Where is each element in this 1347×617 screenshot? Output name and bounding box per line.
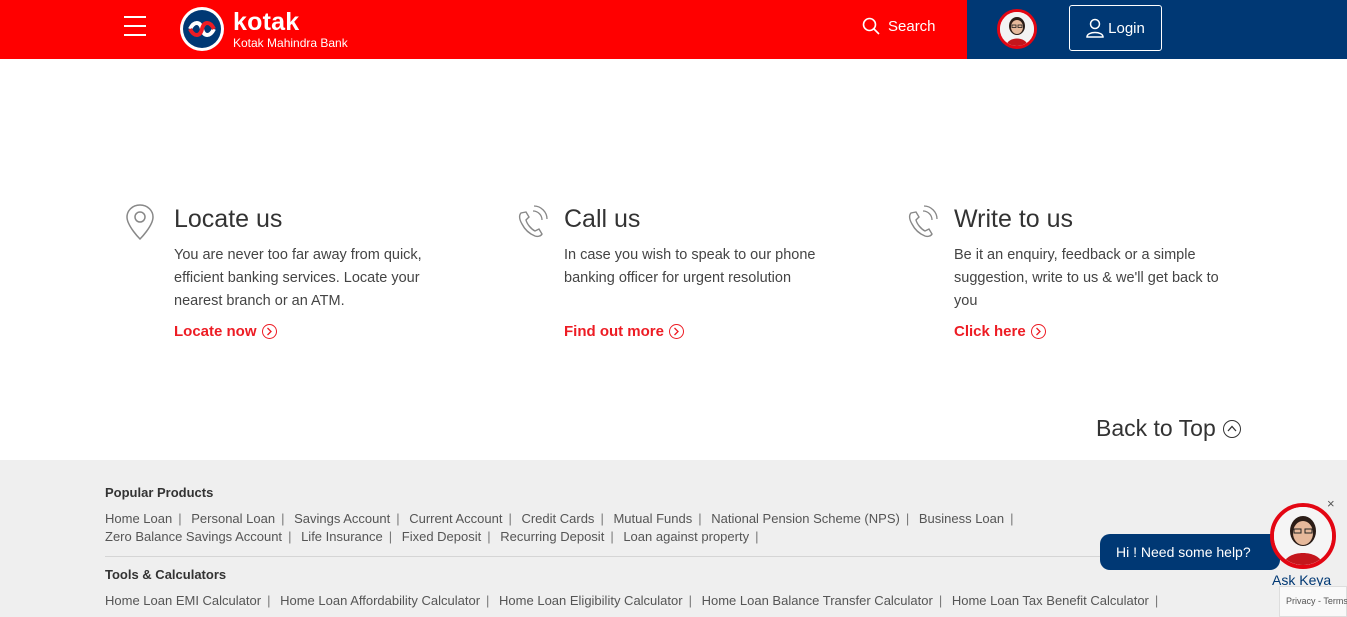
footer-link-separator: | <box>267 593 271 608</box>
find-out-more-link[interactable]: Find out more <box>564 323 684 340</box>
footer-link-separator: | <box>905 511 910 526</box>
card-link-label: Locate now <box>174 323 257 340</box>
chevron-right-icon <box>1030 324 1046 339</box>
popular-products-title: Popular Products <box>105 485 214 500</box>
search-button[interactable]: Search <box>862 17 936 35</box>
locate-now-link[interactable]: Locate now <box>174 323 277 340</box>
card-description: In case you wish to speak to our phone b… <box>564 247 816 286</box>
footer-link-separator: | <box>600 511 604 526</box>
keya-avatar-header[interactable] <box>997 9 1037 49</box>
search-label: Search <box>888 17 936 35</box>
recaptcha-badge[interactable]: Privacy - Terms <box>1279 586 1347 617</box>
footer-link-separator: | <box>1154 593 1159 608</box>
chat-help-text: Hi ! Need some help? <box>1116 544 1251 560</box>
chevron-up-icon <box>1222 419 1241 438</box>
card-title: Call us <box>564 205 641 233</box>
chat-help-bubble[interactable]: Hi ! Need some help? <box>1100 534 1280 570</box>
footer-link-separator: | <box>688 593 692 608</box>
footer-link[interactable]: National Pension Scheme (NPS) <box>711 511 900 526</box>
footer-link[interactable]: Personal Loan <box>191 511 275 526</box>
kotak-logo[interactable]: kotak Kotak Mahindra Bank <box>180 7 348 51</box>
footer-link-separator: | <box>487 529 491 544</box>
footer-link[interactable]: Home Loan Eligibility Calculator <box>499 593 683 608</box>
card-description: Be it an enquiry, feedback or a simple s… <box>954 247 1219 309</box>
footer-link[interactable]: Home Loan Affordability Calculator <box>280 593 480 608</box>
footer-link[interactable]: Savings Account <box>294 511 390 526</box>
footer-link-separator: | <box>698 511 702 526</box>
footer-link-separator: | <box>178 511 182 526</box>
close-icon[interactable]: × <box>1327 496 1335 511</box>
click-here-link[interactable]: Click here <box>954 323 1046 340</box>
card-title: Locate us <box>174 205 283 233</box>
footer-link-separator: | <box>508 511 512 526</box>
search-icon <box>862 17 880 35</box>
login-label: Login <box>1108 19 1145 37</box>
tools-calculators-title: Tools & Calculators <box>105 567 227 582</box>
card-link-label: Click here <box>954 323 1026 340</box>
chevron-right-icon <box>261 324 277 339</box>
footer-link[interactable]: Home Loan Tax Benefit Calculator <box>952 593 1149 608</box>
card-title: Write to us <box>954 205 1074 233</box>
keya-chat-avatar[interactable] <box>1270 503 1336 569</box>
footer-link[interactable]: Credit Cards <box>521 511 594 526</box>
popular-products-links: Home Loan | Personal Loan | Savings Accoun… <box>105 510 1215 546</box>
phone-icon <box>908 205 938 238</box>
chevron-right-icon <box>669 324 684 339</box>
login-button[interactable]: Login <box>1069 5 1162 51</box>
footer-link[interactable]: Business Loan <box>919 511 1004 526</box>
footer-link-separator: | <box>288 529 292 544</box>
footer-link-separator: | <box>1010 511 1014 526</box>
footer-link-separator: | <box>610 529 614 544</box>
back-to-top-label: Back to Top <box>1096 415 1216 441</box>
footer-link[interactable]: Loan against property <box>623 529 749 544</box>
kotak-logo-mark-icon <box>180 7 224 51</box>
footer-link[interactable]: Home Loan Balance Transfer Calculator <box>702 593 933 608</box>
logo-subtitle: Kotak Mahindra Bank <box>233 35 348 50</box>
footer-link-separator: | <box>938 593 943 608</box>
footer-link-separator: | <box>388 529 393 544</box>
card-link-label: Find out more <box>564 323 664 340</box>
phone-icon <box>518 205 548 238</box>
recaptcha-text[interactable]: Privacy - Terms <box>1286 596 1347 606</box>
site-header: kotak Kotak Mahindra Bank Search Login <box>0 0 1347 59</box>
card-description: You are never too far away from quick, e… <box>174 247 422 309</box>
footer-link[interactable]: Life Insurance <box>301 529 383 544</box>
footer-link-separator: | <box>755 529 759 544</box>
footer-link[interactable]: Recurring Deposit <box>500 529 604 544</box>
user-icon <box>1086 18 1104 38</box>
footer-divider <box>105 556 1205 557</box>
footer-link[interactable]: Zero Balance Savings Account <box>105 529 282 544</box>
hamburger-icon[interactable] <box>124 16 146 36</box>
footer-link-separator: | <box>486 593 490 608</box>
tools-calculators-links: Home Loan EMI Calculator | Home Loan Affo… <box>105 592 1215 610</box>
footer-link[interactable]: Mutual Funds <box>613 511 692 526</box>
logo-name: kotak <box>233 7 300 36</box>
map-pin-icon <box>126 204 154 241</box>
footer-link[interactable]: Current Account <box>409 511 502 526</box>
footer-link[interactable]: Home Loan <box>105 511 172 526</box>
footer-link-separator: | <box>396 511 400 526</box>
footer-link[interactable]: Home Loan EMI Calculator <box>105 593 261 608</box>
footer-link[interactable]: Fixed Deposit <box>402 529 481 544</box>
footer-link-separator: | <box>281 511 285 526</box>
back-to-top-link[interactable]: Back to Top <box>1096 415 1241 442</box>
